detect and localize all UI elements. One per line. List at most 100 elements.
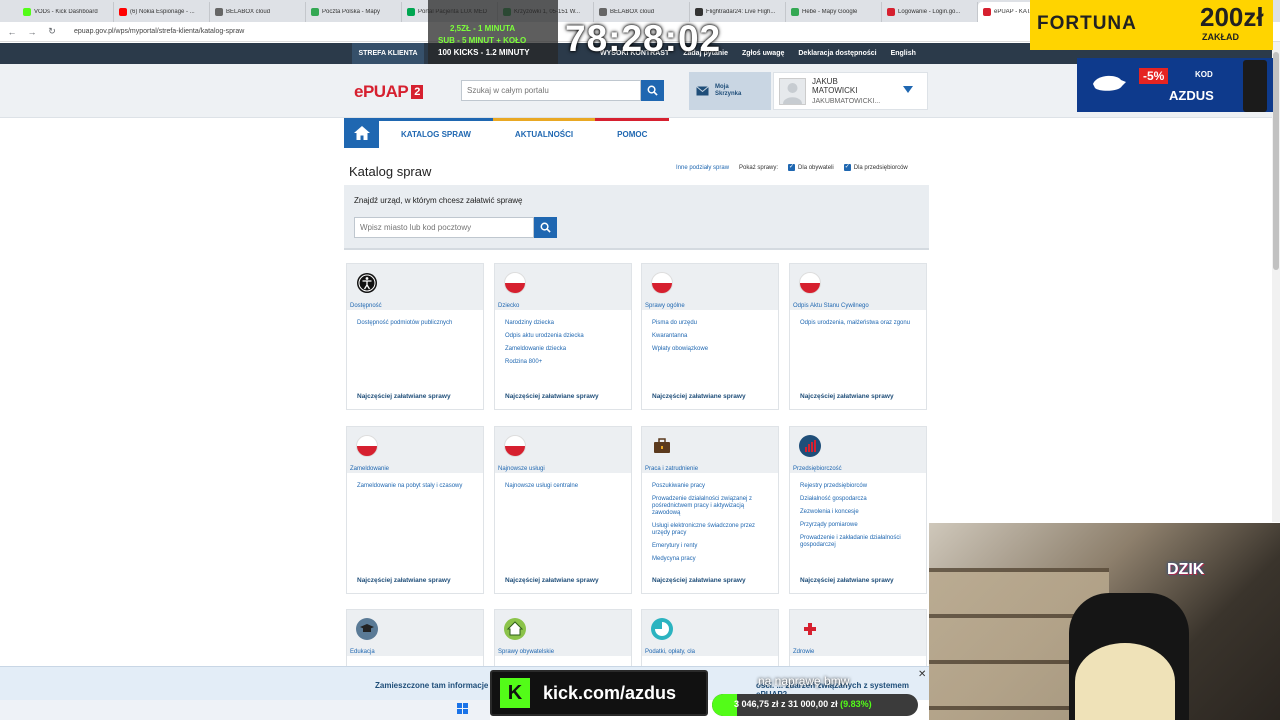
- dzik-logo: DZIK: [1167, 561, 1205, 578]
- category-card-header: Odpis Aktu Stanu Cywilnego: [790, 264, 926, 310]
- cross-icon: [804, 623, 816, 635]
- epuap-logo[interactable]: ePUAP 2: [354, 82, 423, 102]
- category-link[interactable]: Zezwolenia i koncesje: [800, 509, 922, 516]
- user-menu[interactable]: JAKUB MATOWICKI JAKUBMATOWICKI...: [773, 72, 928, 110]
- top-link-feedback[interactable]: Zgłoś uwagę: [742, 50, 784, 57]
- screen: VODs - Kick Dashboard (6) Nokia Espionage…: [0, 0, 1280, 720]
- category-link[interactable]: Odpis aktu urodzenia dziecka: [505, 333, 627, 340]
- most-common-cases-link[interactable]: Najczęściej załatwiane sprawy: [505, 393, 599, 400]
- donation-goal-text: 3 046,75 zł z 31 000,00 zł (9.83%): [734, 699, 872, 709]
- strefa-klienta-tab[interactable]: STREFA KLIENTA: [352, 43, 424, 64]
- category-title[interactable]: Dostępność: [350, 303, 382, 309]
- entrepreneurs-checkbox[interactable]: ✓ Dla przedsiębiorców: [843, 164, 908, 171]
- nav-pomoc[interactable]: POMOC: [595, 118, 670, 148]
- most-common-cases-link[interactable]: Najczęściej załatwiane sprawy: [357, 393, 451, 400]
- category-title[interactable]: Praca i zatrudnienie: [645, 466, 698, 472]
- category-title[interactable]: Dziecko: [498, 303, 519, 309]
- category-link[interactable]: Usługi elektroniczne świadczone przez ur…: [652, 523, 774, 537]
- category-link[interactable]: Rejestry przedsiębiorców: [800, 483, 922, 490]
- browser-tab[interactable]: Logowanie - Login.go...: [882, 2, 978, 22]
- back-icon[interactable]: ←: [6, 27, 18, 37]
- nav-aktualnosci[interactable]: AKTUALNOŚCI: [492, 118, 596, 148]
- browser-tab-label: BELABOX cloud: [610, 9, 655, 15]
- category-icon: [799, 435, 821, 457]
- browser-tab-label: Flightradar24: Live Fligh...: [706, 9, 776, 15]
- most-common-cases-link[interactable]: Najczęściej załatwiane sprawy: [357, 577, 451, 584]
- category-title[interactable]: Edukacja: [350, 649, 375, 655]
- favicon-icon: [23, 8, 31, 16]
- category-title[interactable]: Zdrowie: [793, 649, 814, 655]
- windows-start-icon[interactable]: [457, 703, 469, 715]
- show-cases-label: Pokaż sprawy:: [739, 164, 779, 171]
- category-link[interactable]: Rodzina 800+: [505, 359, 627, 366]
- browser-tab[interactable]: Poczta Polska - Mapy: [306, 2, 402, 22]
- portal-search-input[interactable]: [461, 80, 641, 101]
- category-link[interactable]: Zameldowanie na pobyt stały i czasowy: [357, 483, 479, 490]
- most-common-cases-link[interactable]: Najczęściej załatwiane sprawy: [800, 577, 894, 584]
- category-link[interactable]: Najnowsze usługi centralne: [505, 483, 627, 490]
- category-link[interactable]: Kwarantanna: [652, 333, 774, 340]
- category-title[interactable]: Zameldowanie: [350, 466, 389, 472]
- url-text[interactable]: epuap.gov.pl/wps/myportal/strefa-klienta…: [74, 28, 244, 35]
- category-link[interactable]: Prowadzenie działalności związanej z poś…: [652, 496, 774, 517]
- browser-tab[interactable]: (6) Nokia Espionage - ...: [114, 2, 210, 22]
- city-search-button[interactable]: [534, 217, 557, 238]
- info-banner-text: Zamieszczone tam informacje: [375, 681, 489, 690]
- category-link[interactable]: Narodziny dziecka: [505, 320, 627, 327]
- category-link[interactable]: Działalność gospodarcza: [800, 496, 922, 503]
- city-search-input[interactable]: [354, 217, 534, 238]
- mailbox-line2: Skrzynka: [715, 91, 742, 97]
- most-common-cases-link[interactable]: Najczęściej załatwiane sprawy: [800, 393, 894, 400]
- category-title[interactable]: Najnowsze usługi: [498, 466, 545, 472]
- most-common-cases-link[interactable]: Najczęściej załatwiane sprawy: [505, 577, 599, 584]
- category-title[interactable]: Przedsiębiorczość: [793, 466, 842, 472]
- category-card-header: Podatki, opłaty, cła: [642, 610, 778, 656]
- category-link[interactable]: Prowadzenie i zakładanie działalności go…: [800, 535, 922, 549]
- category-link[interactable]: Zameldowanie dziecka: [505, 346, 627, 353]
- close-icon[interactable]: ✕: [918, 669, 926, 680]
- category-title[interactable]: Podatki, opłaty, cła: [645, 649, 695, 655]
- category-card-header: Sprawy obywatelskie: [495, 610, 631, 656]
- category-link[interactable]: Medycyna pracy: [652, 556, 774, 563]
- category-card-header: Edukacja: [347, 610, 483, 656]
- discount-badge: -5%: [1139, 68, 1169, 84]
- browser-tab[interactable]: Hebe - Mapy Google: [786, 2, 882, 22]
- category-link[interactable]: Odpis urodzenia, małżeństwa oraz zgonu: [800, 320, 922, 327]
- category-link[interactable]: Poszukiwanie pracy: [652, 483, 774, 490]
- category-link[interactable]: Wpłaty obowiązkowe: [652, 346, 774, 353]
- taskbar: [0, 700, 490, 720]
- most-common-cases-link[interactable]: Najczęściej załatwiane sprawy: [652, 393, 746, 400]
- portal-search-button[interactable]: [641, 80, 664, 101]
- citizens-checkbox[interactable]: ✓ Dla obywateli: [788, 164, 834, 171]
- reload-icon[interactable]: ↻: [46, 26, 58, 37]
- category-link[interactable]: Przyrządy pomiarowe: [800, 522, 922, 529]
- chevron-down-icon[interactable]: [903, 86, 913, 93]
- category-icon: [799, 272, 821, 294]
- fortuna-brand: FORTUNA: [1037, 13, 1137, 34]
- category-title[interactable]: Sprawy obywatelskie: [498, 649, 554, 655]
- other-divisions-link[interactable]: Inne podziały spraw: [676, 165, 729, 171]
- browser-tab[interactable]: VODs - Kick Dashboard: [18, 2, 114, 22]
- forward-icon[interactable]: →: [26, 27, 38, 37]
- boar-icon: [1093, 75, 1126, 91]
- most-common-cases-link[interactable]: Najczęściej załatwiane sprawy: [652, 577, 746, 584]
- category-link[interactable]: Emerytury i renty: [652, 543, 774, 550]
- dzik-ad: -5% KOD AZDUS: [1077, 58, 1273, 112]
- browser-tab-label: (6) Nokia Espionage - ...: [130, 9, 195, 15]
- category-card: Zameldowanie Zameldowanie na pobyt stały …: [346, 426, 484, 594]
- category-link[interactable]: Dostępność podmiotów publicznych: [357, 320, 479, 327]
- category-links: Pisma do urzędu Kwarantanna Wpłaty obowiąz…: [652, 320, 774, 359]
- category-link[interactable]: Pisma do urzędu: [652, 320, 774, 327]
- home-button[interactable]: [344, 118, 379, 148]
- top-link-accessibility[interactable]: Deklaracja dostępności: [798, 50, 876, 57]
- my-mailbox-button[interactable]: Moja Skrzynka: [689, 72, 771, 110]
- graduation-cap-icon: [356, 618, 378, 640]
- entrepreneurs-label: Dla przedsiębiorców: [853, 164, 908, 171]
- browser-tab[interactable]: BELABOX cloud: [210, 2, 306, 22]
- category-title[interactable]: Odpis Aktu Stanu Cywilnego: [793, 303, 869, 309]
- flag-icon: [651, 272, 673, 294]
- top-link-english[interactable]: English: [891, 50, 916, 57]
- category-title[interactable]: Sprawy ogólne: [645, 303, 685, 309]
- scrollbar-thumb[interactable]: [1273, 52, 1279, 270]
- nav-katalog-spraw[interactable]: KATALOG SPRAW: [379, 118, 493, 148]
